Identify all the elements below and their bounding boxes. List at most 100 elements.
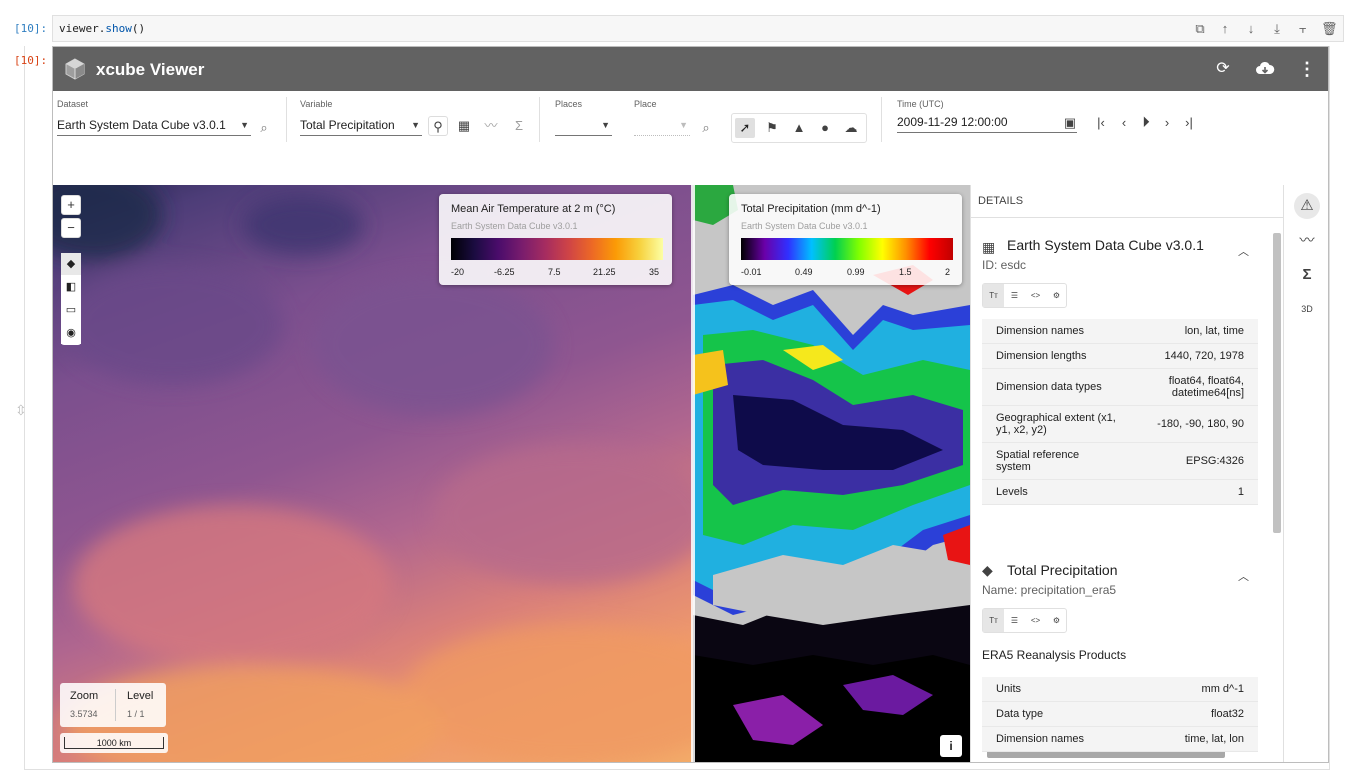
map-right-layer[interactable]: Total Precipitation (mm d^-1) Earth Syst… <box>693 185 970 762</box>
zoom-to-place-icon[interactable]: ⌕ <box>696 118 716 138</box>
legend-tick: 7.5 <box>548 267 561 277</box>
list-view-icon[interactable]: ☰ <box>1004 284 1025 307</box>
pin-icon[interactable]: ⚲ <box>428 116 448 136</box>
next-step-icon[interactable]: › <box>1157 113 1177 133</box>
code-cell[interactable]: viewer.show() <box>52 15 1344 42</box>
map-left-layer[interactable]: + − ◆ ◧ ▭ ◉ Mean Air Temperature at 2 m … <box>53 185 693 762</box>
table-row: Geographical extent (x1, y1, x2, y2) -180… <box>982 405 1258 443</box>
zoom-label: Zoom <box>70 690 99 702</box>
property-value: 1440, 720, 1978 <box>1130 343 1258 369</box>
insert-below-icon[interactable]: ⤓ <box>1269 21 1285 37</box>
property-value: 1 <box>1130 479 1258 505</box>
python-view-icon[interactable]: ⚙ <box>1046 609 1067 632</box>
arrow-up-icon[interactable]: ↑ <box>1217 21 1233 37</box>
scale-bar: 1000 km <box>60 733 168 753</box>
table-row: Dimension data types float64, float64, da… <box>982 368 1258 406</box>
places-select[interactable]: ▼ <box>555 116 612 136</box>
cloud-download-icon[interactable] <box>1255 59 1275 79</box>
text-view-icon[interactable]: Tт <box>983 284 1004 307</box>
legend-tick: -0.01 <box>741 267 762 277</box>
layers-icon[interactable]: ◆ <box>61 253 81 275</box>
code-object: viewer. <box>59 22 106 35</box>
variable-description: ERA5 Reanalysis Products <box>982 648 1127 662</box>
time-input[interactable]: 2009-11-29 12:00:00 <box>897 113 1077 133</box>
refresh-icon[interactable]: ⟳ <box>1213 59 1233 79</box>
text-view-icon[interactable]: Tт <box>983 609 1004 632</box>
zoom-to-dataset-icon[interactable]: ⌕ <box>254 118 274 138</box>
zoom-in-button[interactable]: + <box>61 195 81 215</box>
3d-icon[interactable]: 3D <box>1294 296 1320 322</box>
delete-icon[interactable]: 🗑 <box>1321 21 1338 37</box>
dataset-properties-table: Dimension names lon, lat, time Dimension … <box>982 319 1258 505</box>
divider <box>881 97 882 142</box>
collapse-icon[interactable]: ︿ <box>1238 243 1249 259</box>
output-prompt: [10]: <box>14 54 48 67</box>
vertical-scrollbar[interactable] <box>1273 233 1281 533</box>
code-text[interactable]: viewer.show() <box>59 22 145 35</box>
variable-select[interactable]: Total Precipitation ▼ <box>300 116 422 136</box>
warning-icon[interactable]: ⚠ <box>1294 193 1320 219</box>
copy-icon[interactable]: ⧉ <box>1192 21 1208 37</box>
map-interaction-group: ➚ ⚑ ▲ ● ☁ <box>731 113 867 143</box>
camera-icon[interactable]: ◉ <box>61 322 81 344</box>
polygon-shapes-icon[interactable]: ▲ <box>789 118 809 138</box>
timeseries-icon[interactable]: 〰 <box>1294 228 1320 254</box>
property-value: float32 <box>1139 701 1258 727</box>
last-step-icon[interactable]: ›| <box>1179 113 1199 133</box>
calendar-icon[interactable]: ▣ <box>1060 113 1080 133</box>
resize-handle-icon[interactable]: ⇳ <box>15 402 27 419</box>
first-step-icon[interactable]: |‹ <box>1091 113 1111 133</box>
list-view-icon[interactable]: ☰ <box>1004 609 1025 632</box>
property-key: Data type <box>982 701 1140 727</box>
zoom-out-button[interactable]: − <box>61 218 81 238</box>
variable-card-title: Total Precipitation <box>1007 562 1118 578</box>
point-marker-icon[interactable]: ⚑ <box>762 118 782 138</box>
table-row: Levels 1 <box>982 479 1258 505</box>
details-header: DETAILS <box>978 195 1024 207</box>
scale-label: 1000 km <box>64 737 164 749</box>
arrow-down-icon[interactable]: ↓ <box>1243 21 1259 37</box>
view-mode-tabs: Tт ☰ <> ⚙ <box>982 608 1067 633</box>
legend-colorbar <box>741 238 953 260</box>
split-icon[interactable]: ⫟ <box>1295 21 1311 37</box>
collapse-icon[interactable]: ︿ <box>1238 568 1249 584</box>
table-row: Spatial reference system EPSG:4326 <box>982 442 1258 480</box>
property-key: Dimension names <box>982 726 1140 752</box>
code-view-icon[interactable]: <> <box>1025 284 1046 307</box>
add-timeseries-icon[interactable]: 〰 <box>481 116 501 136</box>
dataset-grid-icon: ▦ <box>982 239 996 255</box>
more-vert-icon[interactable]: ⋮ <box>1297 59 1317 79</box>
legend-tick: 35 <box>649 267 660 277</box>
place-select[interactable]: ▼ <box>634 116 690 136</box>
app-bar: xcube Viewer ⟳ ⋮ <box>53 47 1328 91</box>
dataset-select[interactable]: Earth System Data Cube v3.0.1 ▼ <box>57 116 251 136</box>
cloud-upload-icon[interactable]: ☁ <box>841 118 861 138</box>
map-split-divider[interactable] <box>691 185 695 762</box>
circle-icon[interactable]: ● <box>815 118 835 138</box>
divider <box>115 689 116 721</box>
comment-icon[interactable]: ▭ <box>61 299 81 321</box>
attribution-info-button[interactable]: i <box>940 735 962 757</box>
time-value: 2009-11-29 12:00:00 <box>897 115 1008 129</box>
legend-subtitle: Earth System Data Cube v3.0.1 <box>741 221 868 231</box>
add-statistics-icon[interactable]: Σ <box>509 116 529 136</box>
precipitation-legend[interactable]: Total Precipitation (mm d^-1) Earth Syst… <box>729 194 962 285</box>
select-cursor-icon[interactable]: ➚ <box>735 118 755 138</box>
property-key: Levels <box>982 479 1131 505</box>
legend-title: Mean Air Temperature at 2 m (°C) <box>451 203 616 215</box>
map-tools: ◆ ◧ ▭ ◉ <box>61 253 81 345</box>
legend-colorbar <box>451 238 663 260</box>
play-icon[interactable]: ⏵ <box>1136 113 1156 133</box>
property-value: float64, float64, datetime64[ns] <box>1130 368 1258 406</box>
divider <box>539 97 540 142</box>
python-view-icon[interactable]: ⚙ <box>1046 284 1067 307</box>
chevron-down-icon: ▼ <box>601 120 610 130</box>
sigma-icon[interactable]: Σ <box>1294 262 1320 288</box>
split-view-icon[interactable]: ◧ <box>61 276 81 298</box>
property-value: mm d^-1 <box>1139 677 1258 702</box>
view-mode-tabs: Tт ☰ <> ⚙ <box>982 283 1067 308</box>
code-view-icon[interactable]: <> <box>1025 609 1046 632</box>
previous-step-icon[interactable]: ‹ <box>1114 113 1134 133</box>
temperature-legend[interactable]: Mean Air Temperature at 2 m (°C) Earth S… <box>439 194 672 285</box>
compare-icon[interactable]: ▦ <box>454 116 474 136</box>
